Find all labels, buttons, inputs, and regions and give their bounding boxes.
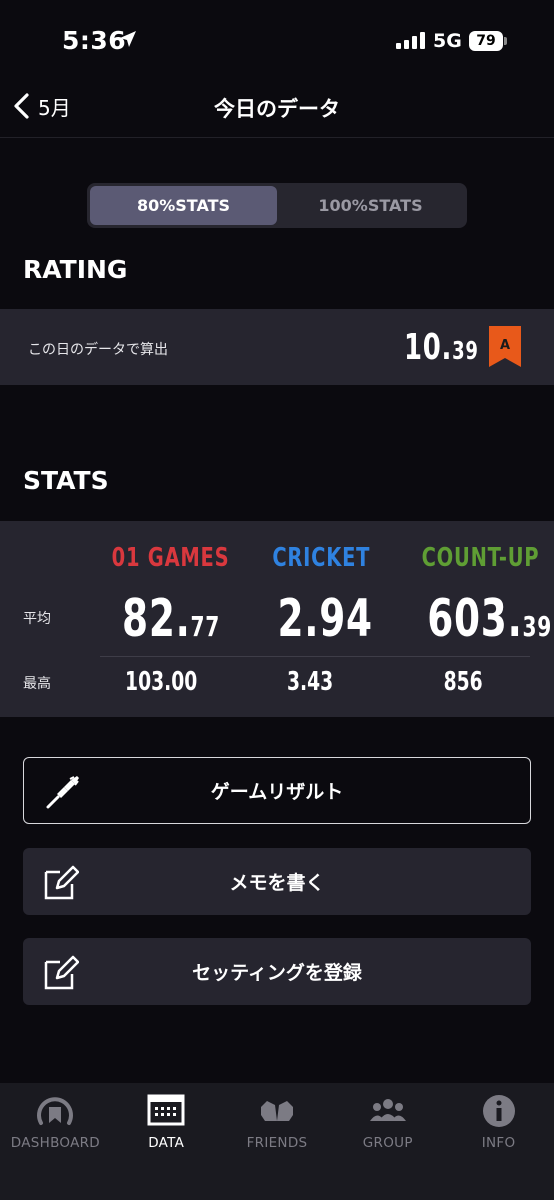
battery-icon: 79 [469, 31, 503, 51]
tab-label-info: INFO [481, 1135, 516, 1151]
tab-group[interactable]: GROUP [332, 1083, 443, 1200]
tab-bar: DASHBOARD DATA FRIENDS GROUP INFO [0, 1083, 554, 1200]
segment-100-stats[interactable]: 100%STATS [277, 186, 464, 225]
max-row-label: 最高 [23, 676, 51, 692]
signal-icon [396, 32, 425, 49]
rating-value: 10.39 [404, 327, 479, 368]
stats-table: 01 GAMES CRICKET COUNT-UP 平均 82.77 2.94 … [0, 521, 554, 717]
tab-label-group: GROUP [362, 1135, 413, 1151]
tab-info[interactable]: INFO [443, 1083, 554, 1200]
game-result-button[interactable]: ゲームリザルト [23, 757, 531, 824]
max-cricket: 3.43 [286, 667, 334, 697]
screen: 5:36 5G 79 5月 今日のデータ 80%STATS 100%STATS … [0, 0, 554, 1200]
tab-friends[interactable]: FRIENDS [222, 1083, 333, 1200]
write-memo-label: メモを書く [229, 872, 325, 894]
battery-tip [504, 37, 507, 45]
location-arrow-icon [120, 31, 136, 47]
dart-icon [46, 776, 79, 809]
tab-dashboard[interactable]: DASHBOARD [0, 1083, 111, 1200]
friends-icon [257, 1093, 297, 1129]
max-01-games: 103.00 [125, 667, 198, 697]
register-setting-label: セッティングを登録 [192, 962, 362, 984]
stats-divider [100, 656, 530, 657]
network-label: 5G [433, 30, 462, 52]
stats-section-title: STATS [23, 466, 109, 495]
avg-01-games: 82.77 [122, 589, 221, 649]
edit-icon [44, 865, 79, 900]
avg-count-up: 603.39 [427, 589, 553, 649]
game-result-label: ゲームリザルト [210, 781, 344, 803]
register-setting-button[interactable]: セッティングを登録 [23, 938, 531, 1005]
status-time: 5:36 [62, 26, 127, 55]
header-01-games: 01 GAMES [111, 543, 230, 573]
rating-badge-letter: A [500, 338, 510, 353]
header-cricket: CRICKET [272, 543, 371, 573]
segment-80-stats[interactable]: 80%STATS [90, 186, 277, 225]
avg-row-label: 平均 [23, 611, 51, 627]
avg-cricket: 2.94 [277, 589, 373, 649]
rating-badge-icon: A [489, 326, 521, 367]
group-icon [368, 1093, 408, 1129]
info-icon [479, 1093, 519, 1129]
data-icon [146, 1093, 186, 1129]
rating-section-title: RATING [23, 255, 128, 284]
rating-label: この日のデータで算出 [28, 342, 168, 358]
page-title: 今日のデータ [214, 97, 340, 121]
tab-data[interactable]: DATA [111, 1083, 222, 1200]
tab-label-friends: FRIENDS [246, 1135, 308, 1151]
header-count-up: COUNT-UP [421, 543, 540, 573]
tab-label-dashboard: DASHBOARD [10, 1135, 101, 1151]
nav-bar: 5月 今日のデータ [0, 76, 554, 138]
status-bar: 5:36 5G 79 [0, 0, 554, 76]
dashboard-icon [35, 1093, 75, 1129]
rating-row: この日のデータで算出 10.39 [0, 309, 554, 385]
max-count-up: 856 [443, 667, 483, 697]
tab-label-data: DATA [148, 1135, 185, 1151]
stats-segmented-control: 80%STATS 100%STATS [87, 183, 467, 228]
write-memo-button[interactable]: メモを書く [23, 848, 531, 915]
edit-icon [44, 955, 79, 990]
